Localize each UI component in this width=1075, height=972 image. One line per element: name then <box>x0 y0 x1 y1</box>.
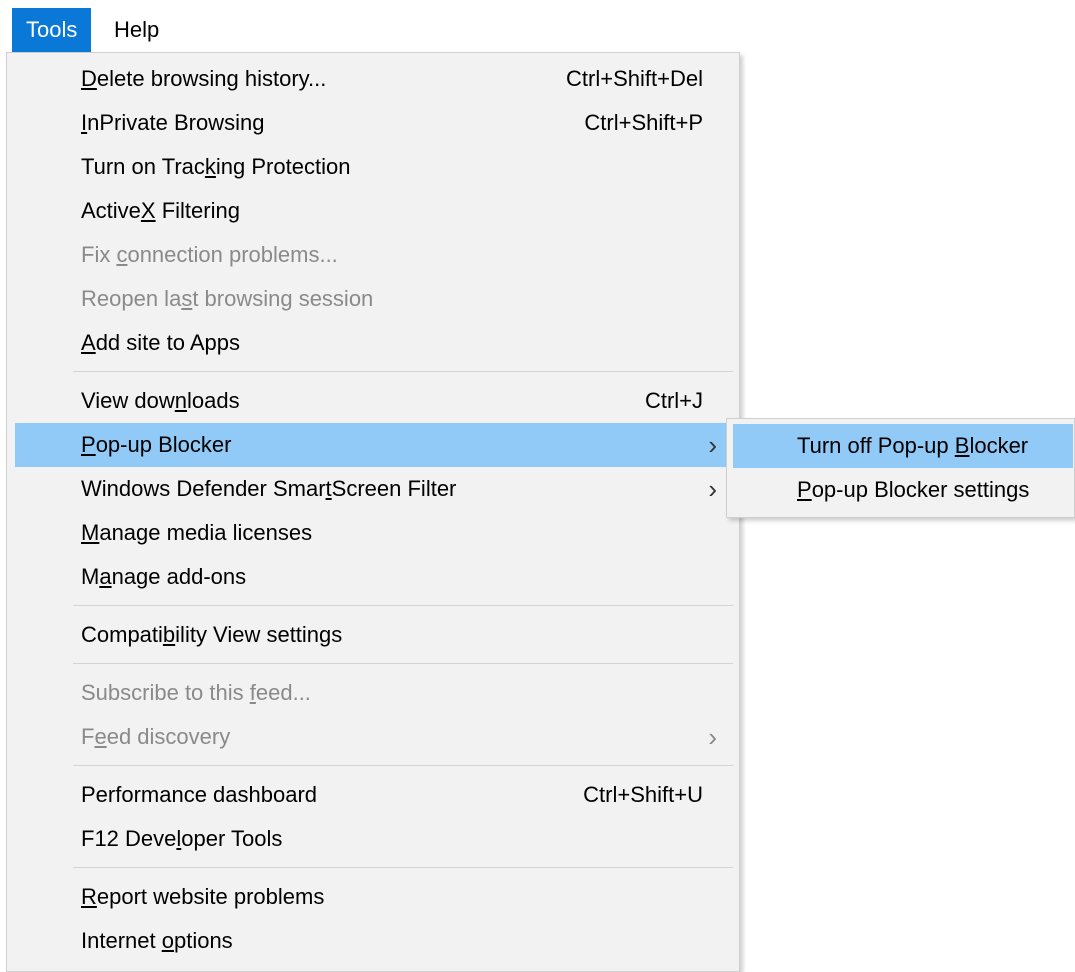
menu-bar: Tools Help <box>0 8 740 52</box>
menu-separator <box>73 605 733 606</box>
menu-item-view-downloads[interactable]: View downloads Ctrl+J <box>15 379 731 423</box>
menu-item-f12-developer-tools[interactable]: F12 Developer Tools <box>15 817 731 861</box>
menu-item-fix-connection-problems: Fix connection problems... <box>15 233 731 277</box>
menu-item-label: Manage media licenses <box>81 520 313 545</box>
chevron-right-icon: › <box>708 722 717 752</box>
menu-item-label: InPrivate Browsing <box>81 110 265 135</box>
menu-item-label: Internet options <box>81 928 233 953</box>
menu-item-label: Report website problems <box>81 884 325 909</box>
menu-item-manage-add-ons[interactable]: Manage add-ons <box>15 555 731 599</box>
menu-item-shortcut: Ctrl+J <box>644 388 703 413</box>
menu-item-label: View downloads <box>81 388 240 413</box>
submenu-item-turn-off-pop-up-blocker[interactable]: Turn off Pop-up Blocker <box>733 424 1073 468</box>
menu-item-label: Subscribe to this feed... <box>81 680 311 705</box>
popup-blocker-submenu: Turn off Pop-up Blocker Pop-up Blocker se… <box>726 418 1075 518</box>
menu-item-label: Delete browsing history... <box>81 66 327 91</box>
menu-item-turn-on-tracking-protection[interactable]: Turn on Tracking Protection <box>15 145 731 189</box>
menu-separator <box>73 663 733 664</box>
submenu-item-label: Pop-up Blocker settings <box>797 477 1030 502</box>
menu-item-report-website-problems[interactable]: Report website problems <box>15 875 731 919</box>
menu-item-label: Fix connection problems... <box>81 242 338 267</box>
menu-item-shortcut: Ctrl+Shift+Del <box>566 66 703 91</box>
menu-item-delete-browsing-history[interactable]: Delete browsing history... Ctrl+Shift+Del <box>15 57 731 101</box>
menu-item-feed-discovery: Feed discovery › <box>15 715 731 759</box>
menu-item-label: ActiveX Filtering <box>81 198 240 223</box>
tools-dropdown-menu: Delete browsing history... Ctrl+Shift+Del… <box>6 52 740 972</box>
menu-item-label: F12 Developer Tools <box>81 826 283 851</box>
menu-item-performance-dashboard[interactable]: Performance dashboard Ctrl+Shift+U <box>15 773 731 817</box>
menu-separator <box>73 867 733 868</box>
chevron-right-icon: › <box>708 474 717 504</box>
menu-item-subscribe-to-this-feed: Subscribe to this feed... <box>15 671 731 715</box>
menu-separator <box>73 371 733 372</box>
menu-item-add-site-to-apps[interactable]: Add site to Apps <box>15 321 731 365</box>
menu-tools[interactable]: Tools <box>12 8 92 52</box>
menu-item-shortcut: Ctrl+Shift+P <box>584 110 703 135</box>
menu-help[interactable]: Help <box>100 8 173 52</box>
menu-item-internet-options[interactable]: Internet options <box>15 919 731 963</box>
menu-item-pop-up-blocker[interactable]: Pop-up Blocker › <box>15 423 731 467</box>
menu-item-label: Pop-up Blocker <box>81 432 232 457</box>
menu-item-label: Performance dashboard <box>81 782 318 807</box>
menu-item-label: Feed discovery <box>81 724 231 749</box>
menu-item-label: Manage add-ons <box>81 564 247 589</box>
menu-item-manage-media-licenses[interactable]: Manage media licenses <box>15 511 731 555</box>
menu-item-windows-defender-smartscreen-filter[interactable]: Windows Defender SmartScreen Filter › <box>15 467 731 511</box>
menu-item-shortcut: Ctrl+Shift+U <box>583 782 703 807</box>
chevron-right-icon: › <box>708 430 717 460</box>
submenu-item-label: Turn off Pop-up Blocker <box>797 433 1029 458</box>
menu-item-label: Windows Defender SmartScreen Filter <box>81 476 457 501</box>
menu-item-activex-filtering[interactable]: ActiveX Filtering <box>15 189 731 233</box>
menu-item-reopen-last-browsing-session: Reopen last browsing session <box>15 277 731 321</box>
submenu-item-pop-up-blocker-settings[interactable]: Pop-up Blocker settings <box>733 468 1073 512</box>
menu-item-label: Turn on Tracking Protection <box>81 154 351 179</box>
menu-item-label: Compatibility View settings <box>81 622 343 647</box>
menu-item-compatibility-view-settings[interactable]: Compatibility View settings <box>15 613 731 657</box>
menu-item-inprivate-browsing[interactable]: InPrivate Browsing Ctrl+Shift+P <box>15 101 731 145</box>
menu-item-label: Add site to Apps <box>81 330 241 355</box>
menu-item-label: Reopen last browsing session <box>81 286 374 311</box>
menu-separator <box>73 765 733 766</box>
